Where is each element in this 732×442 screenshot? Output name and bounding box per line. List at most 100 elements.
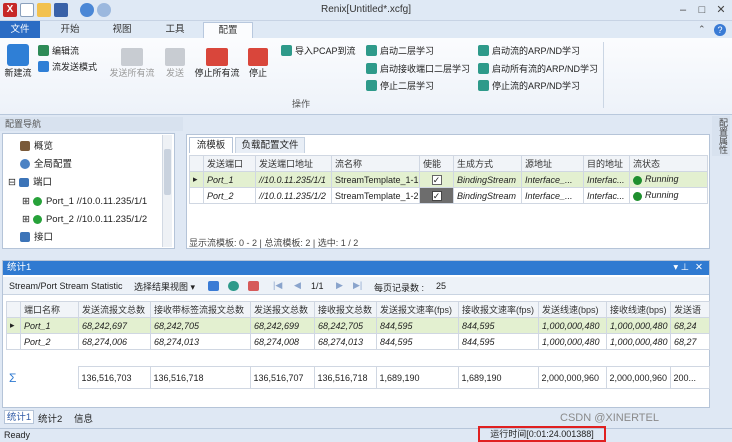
column-header[interactable]: 源地址 bbox=[521, 155, 584, 172]
column-header[interactable]: 目的地址 bbox=[583, 155, 630, 172]
next-page-icon[interactable]: ▶ bbox=[336, 280, 343, 291]
send-mode-button[interactable]: 流发送模式 bbox=[38, 60, 97, 74]
prev-page-icon[interactable]: ◀ bbox=[294, 280, 301, 291]
table-row[interactable]: ▸ Port_1 68,242,697 68,242,705 68,242,69… bbox=[6, 317, 710, 334]
start-all-arp-learning-button[interactable]: 启动所有流的ARP/ND学习 bbox=[478, 62, 598, 76]
stats-toolbar: Stream/Port Stream Statistic 选择结果视图 ▾ |◀… bbox=[3, 277, 709, 295]
table-cell: Port_1 bbox=[203, 171, 256, 188]
tab-view[interactable]: 视图 bbox=[102, 22, 142, 38]
column-header[interactable]: 接收带标签流报文总数 bbox=[150, 301, 251, 318]
column-header[interactable]: 发送端口 bbox=[203, 155, 256, 172]
column-header[interactable]: 发送报文速率(fps) bbox=[376, 301, 459, 318]
table-cell: 68,24 bbox=[670, 317, 710, 334]
stop-l2-learning-icon bbox=[366, 80, 377, 92]
row-indicator: ▸ bbox=[6, 317, 21, 334]
table-row[interactable]: Port_2 68,274,006 68,274,013 68,274,008 … bbox=[6, 333, 710, 350]
stop-all-button[interactable]: 停止所有流 bbox=[193, 48, 241, 79]
tree-item-global-config[interactable]: 全局配置 bbox=[20, 158, 72, 172]
column-header[interactable]: 发送语 bbox=[670, 301, 710, 318]
tab-config[interactable]: 配置 bbox=[203, 22, 253, 38]
import-pcap-button[interactable]: 导入PCAP到流 bbox=[281, 44, 356, 58]
page-indicator: 1/1 bbox=[311, 281, 324, 291]
tab-stats-2[interactable]: 统计2 bbox=[38, 411, 62, 425]
stop-l2-learning-button[interactable]: 停止二层学习 bbox=[366, 79, 434, 93]
stream-panel: 流模板 负载配置文件 发送端口 发送端口地址 流名称 使能 生成方式 源地址 目… bbox=[186, 134, 710, 249]
tree-item-overview[interactable]: 概览 bbox=[20, 140, 53, 154]
collapse-ribbon-icon[interactable]: ⌃ bbox=[698, 24, 706, 35]
column-header[interactable]: 使能 bbox=[419, 155, 454, 172]
table-cell: Port_1 bbox=[20, 317, 79, 334]
tab-stream-template[interactable]: 流模板 bbox=[189, 137, 233, 153]
first-page-icon[interactable]: |◀ bbox=[273, 280, 282, 291]
port-status-icon bbox=[32, 196, 42, 206]
enable-checkbox[interactable]: ✓ bbox=[419, 187, 454, 204]
tab-tools[interactable]: 工具 bbox=[155, 22, 195, 38]
start-arp-learning-button[interactable]: 启动流的ARP/ND学习 bbox=[478, 44, 580, 58]
expand-icon[interactable]: ⊞ bbox=[22, 214, 30, 225]
start-rx-l2-learning-button[interactable]: 启动接收端口二层学习 bbox=[366, 62, 470, 76]
scroll-thumb[interactable] bbox=[164, 149, 171, 195]
stop-button[interactable]: 停止 bbox=[246, 48, 270, 79]
export-icon[interactable] bbox=[208, 281, 219, 291]
stream-summary: 显示流模板: 0 - 2 | 总流模板: 2 | 选中: 1 / 2 bbox=[189, 238, 359, 248]
table-cell: 68,242,705 bbox=[314, 317, 377, 334]
column-header[interactable]: 接收线速(bps) bbox=[606, 301, 671, 318]
expand-icon[interactable]: ⊞ bbox=[22, 196, 30, 207]
tree-scrollbar[interactable] bbox=[162, 135, 172, 247]
close-panel-icon[interactable]: ✕ bbox=[695, 261, 703, 275]
column-header[interactable]: 发送线速(bps) bbox=[538, 301, 607, 318]
new-stream-button[interactable]: 新建流 bbox=[2, 44, 34, 79]
edit-stream-button[interactable]: 编辑流 bbox=[38, 44, 79, 58]
column-header[interactable]: 接收报文速率(fps) bbox=[458, 301, 539, 318]
table-row[interactable]: ▸ Port_1 //10.0.11.235/1/1 StreamTemplat… bbox=[189, 171, 708, 188]
collapse-icon[interactable]: ⊟ bbox=[8, 177, 16, 188]
send-all-icon bbox=[121, 48, 143, 66]
tab-stats-1[interactable]: 统计1 bbox=[4, 410, 34, 424]
column-header[interactable]: 发送端口地址 bbox=[255, 155, 332, 172]
total-cell: 136,516,718 bbox=[313, 366, 377, 389]
stats-table: 端口名称 发送流报文总数 接收带标签流报文总数 发送报文总数 接收报文总数 发送… bbox=[6, 301, 710, 350]
column-header[interactable]: 端口名称 bbox=[20, 301, 79, 318]
select-view-dropdown[interactable]: 选择结果视图 ▾ bbox=[134, 280, 195, 293]
column-header[interactable]: 生成方式 bbox=[453, 155, 522, 172]
minimize-button[interactable]: – bbox=[674, 2, 692, 18]
side-tab-properties[interactable]: 配置属性 bbox=[712, 116, 730, 156]
column-header[interactable]: 发送报文总数 bbox=[250, 301, 315, 318]
sum-icon: Σ bbox=[9, 370, 17, 385]
table-cell: Interface_... bbox=[521, 171, 584, 188]
table-row[interactable]: Port_2 //10.0.11.235/1/2 StreamTemplate_… bbox=[189, 187, 708, 204]
refresh-icon[interactable] bbox=[228, 281, 239, 291]
tab-start[interactable]: 开始 bbox=[50, 22, 90, 38]
tab-info[interactable]: 信息 bbox=[74, 411, 93, 425]
clear-icon[interactable] bbox=[248, 281, 259, 291]
tree-item-port-1[interactable]: ⊞ Port_1 //10.0.11.235/1/1 bbox=[22, 195, 147, 209]
tree-item-interfaces[interactable]: 接口 bbox=[20, 231, 53, 245]
table-cell: 68,242,705 bbox=[150, 317, 251, 334]
tab-file[interactable]: 文件 bbox=[0, 21, 40, 38]
column-header[interactable]: 发送流报文总数 bbox=[78, 301, 151, 318]
close-button[interactable]: ✕ bbox=[712, 2, 730, 18]
pin-icon[interactable]: ▾ ⊥ bbox=[673, 261, 689, 275]
tree-item-ports[interactable]: ⊟ 端口 bbox=[8, 176, 52, 190]
tab-load-profile[interactable]: 负载配置文件 bbox=[235, 137, 305, 153]
bottom-tabs: 统计1 统计2 信息 CSDN @XINERTEL bbox=[0, 408, 732, 428]
table-cell: 68,274,008 bbox=[250, 333, 315, 350]
table-cell: 68,27 bbox=[670, 333, 710, 350]
enable-checkbox[interactable]: ✓ bbox=[419, 171, 454, 188]
column-header[interactable]: 接收报文总数 bbox=[314, 301, 377, 318]
per-page-input[interactable]: 25 bbox=[436, 281, 446, 291]
stop-icon bbox=[248, 48, 268, 66]
start-l2-learning-button[interactable]: 启动二层学习 bbox=[366, 44, 434, 58]
send-button[interactable]: 发送 bbox=[162, 48, 188, 79]
tree-item-port-2[interactable]: ⊞ Port_2 //10.0.11.235/1/2 bbox=[22, 213, 147, 227]
maximize-button[interactable]: □ bbox=[693, 2, 711, 18]
table-cell: 844,595 bbox=[376, 317, 459, 334]
stop-arp-learning-icon bbox=[478, 80, 489, 92]
column-header[interactable]: 流名称 bbox=[331, 155, 420, 172]
column-header[interactable]: 流状态 bbox=[629, 155, 708, 172]
last-page-icon[interactable]: ▶| bbox=[353, 280, 362, 291]
stop-arp-learning-button[interactable]: 停止流的ARP/ND学习 bbox=[478, 79, 580, 93]
help-icon[interactable]: ? bbox=[714, 24, 726, 36]
total-cell: 2,000,000,960 bbox=[605, 366, 671, 389]
send-all-button[interactable]: 发送所有流 bbox=[108, 48, 156, 79]
